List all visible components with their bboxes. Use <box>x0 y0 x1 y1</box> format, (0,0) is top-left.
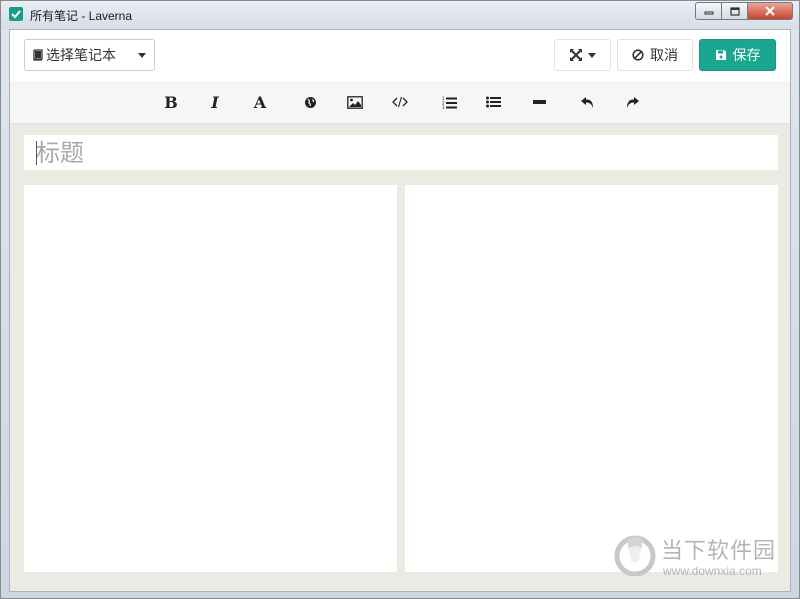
watermark-text: 当下软件园 <box>661 539 777 564</box>
maximize-icon <box>729 6 740 16</box>
app-client-area: 选择笔记本 取消 保存 B I A 1 2 3 标题 <box>9 29 791 592</box>
chevron-down-icon <box>138 53 146 58</box>
watermark-logo-icon <box>614 535 656 576</box>
note-title-box <box>24 135 778 170</box>
cancel-button[interactable]: 取消 <box>617 39 693 71</box>
globe-icon <box>304 96 316 108</box>
notebook-select[interactable]: 选择笔记本 <box>24 39 155 71</box>
expand-icon <box>570 49 582 61</box>
italic-button[interactable]: I <box>200 89 230 115</box>
title-bar[interactable]: 所有笔记 - Laverna <box>1 1 799 29</box>
redo-icon <box>626 96 639 108</box>
note-title-input[interactable] <box>24 135 778 170</box>
watermark: 当下软件园 www.downxia.com <box>613 527 788 582</box>
heading-button[interactable]: A <box>245 89 275 115</box>
list-icon <box>485 96 501 108</box>
heading-icon: A <box>253 92 267 112</box>
app-window: 所有笔记 - Laverna 选择笔记本 取消 保存 B I A 1 2 3 标… <box>0 0 800 599</box>
preview-pane <box>405 185 778 572</box>
floppy-icon <box>715 50 726 60</box>
link-button[interactable] <box>295 89 325 115</box>
watermark-url: www.downxia.com <box>663 564 762 578</box>
book-icon <box>32 49 44 61</box>
notebook-select-label: 选择笔记本 <box>46 48 116 64</box>
code-icon <box>392 96 408 108</box>
app-check-icon <box>9 7 23 21</box>
horizontal-rule-button[interactable] <box>524 89 554 115</box>
maximize-button[interactable] <box>722 2 748 20</box>
ban-icon <box>632 49 644 61</box>
svg-text:3: 3 <box>442 105 445 109</box>
window-title: 所有笔记 - Laverna <box>30 9 133 23</box>
window-controls <box>695 2 793 20</box>
close-icon <box>765 6 775 16</box>
minimize-button[interactable] <box>695 2 722 20</box>
minimize-icon <box>704 11 713 15</box>
formatting-toolbar: B I A 1 2 3 <box>10 81 790 124</box>
unordered-list-button[interactable] <box>478 89 508 115</box>
ordered-list-button[interactable]: 1 2 3 <box>434 89 464 115</box>
save-button[interactable]: 保存 <box>699 39 776 71</box>
redo-button[interactable] <box>617 89 647 115</box>
code-button[interactable] <box>385 89 415 115</box>
image-icon <box>347 95 363 109</box>
fullscreen-button[interactable] <box>554 39 611 71</box>
undo-icon <box>580 96 593 108</box>
ordered-list-icon: 1 2 3 <box>442 96 457 109</box>
bold-button[interactable]: B <box>156 89 186 115</box>
bold-icon: B <box>164 92 178 112</box>
editor-header: 选择笔记本 取消 保存 <box>10 30 790 82</box>
image-button[interactable] <box>340 89 370 115</box>
italic-icon: I <box>211 92 219 112</box>
markdown-editor-pane[interactable] <box>24 185 397 572</box>
text-cursor <box>36 141 37 165</box>
close-button[interactable] <box>748 2 793 20</box>
undo-button[interactable] <box>572 89 602 115</box>
minus-icon <box>532 100 546 104</box>
chevron-down-icon <box>588 52 596 58</box>
save-label: 保存 <box>732 48 761 64</box>
cancel-label: 取消 <box>650 48 678 64</box>
